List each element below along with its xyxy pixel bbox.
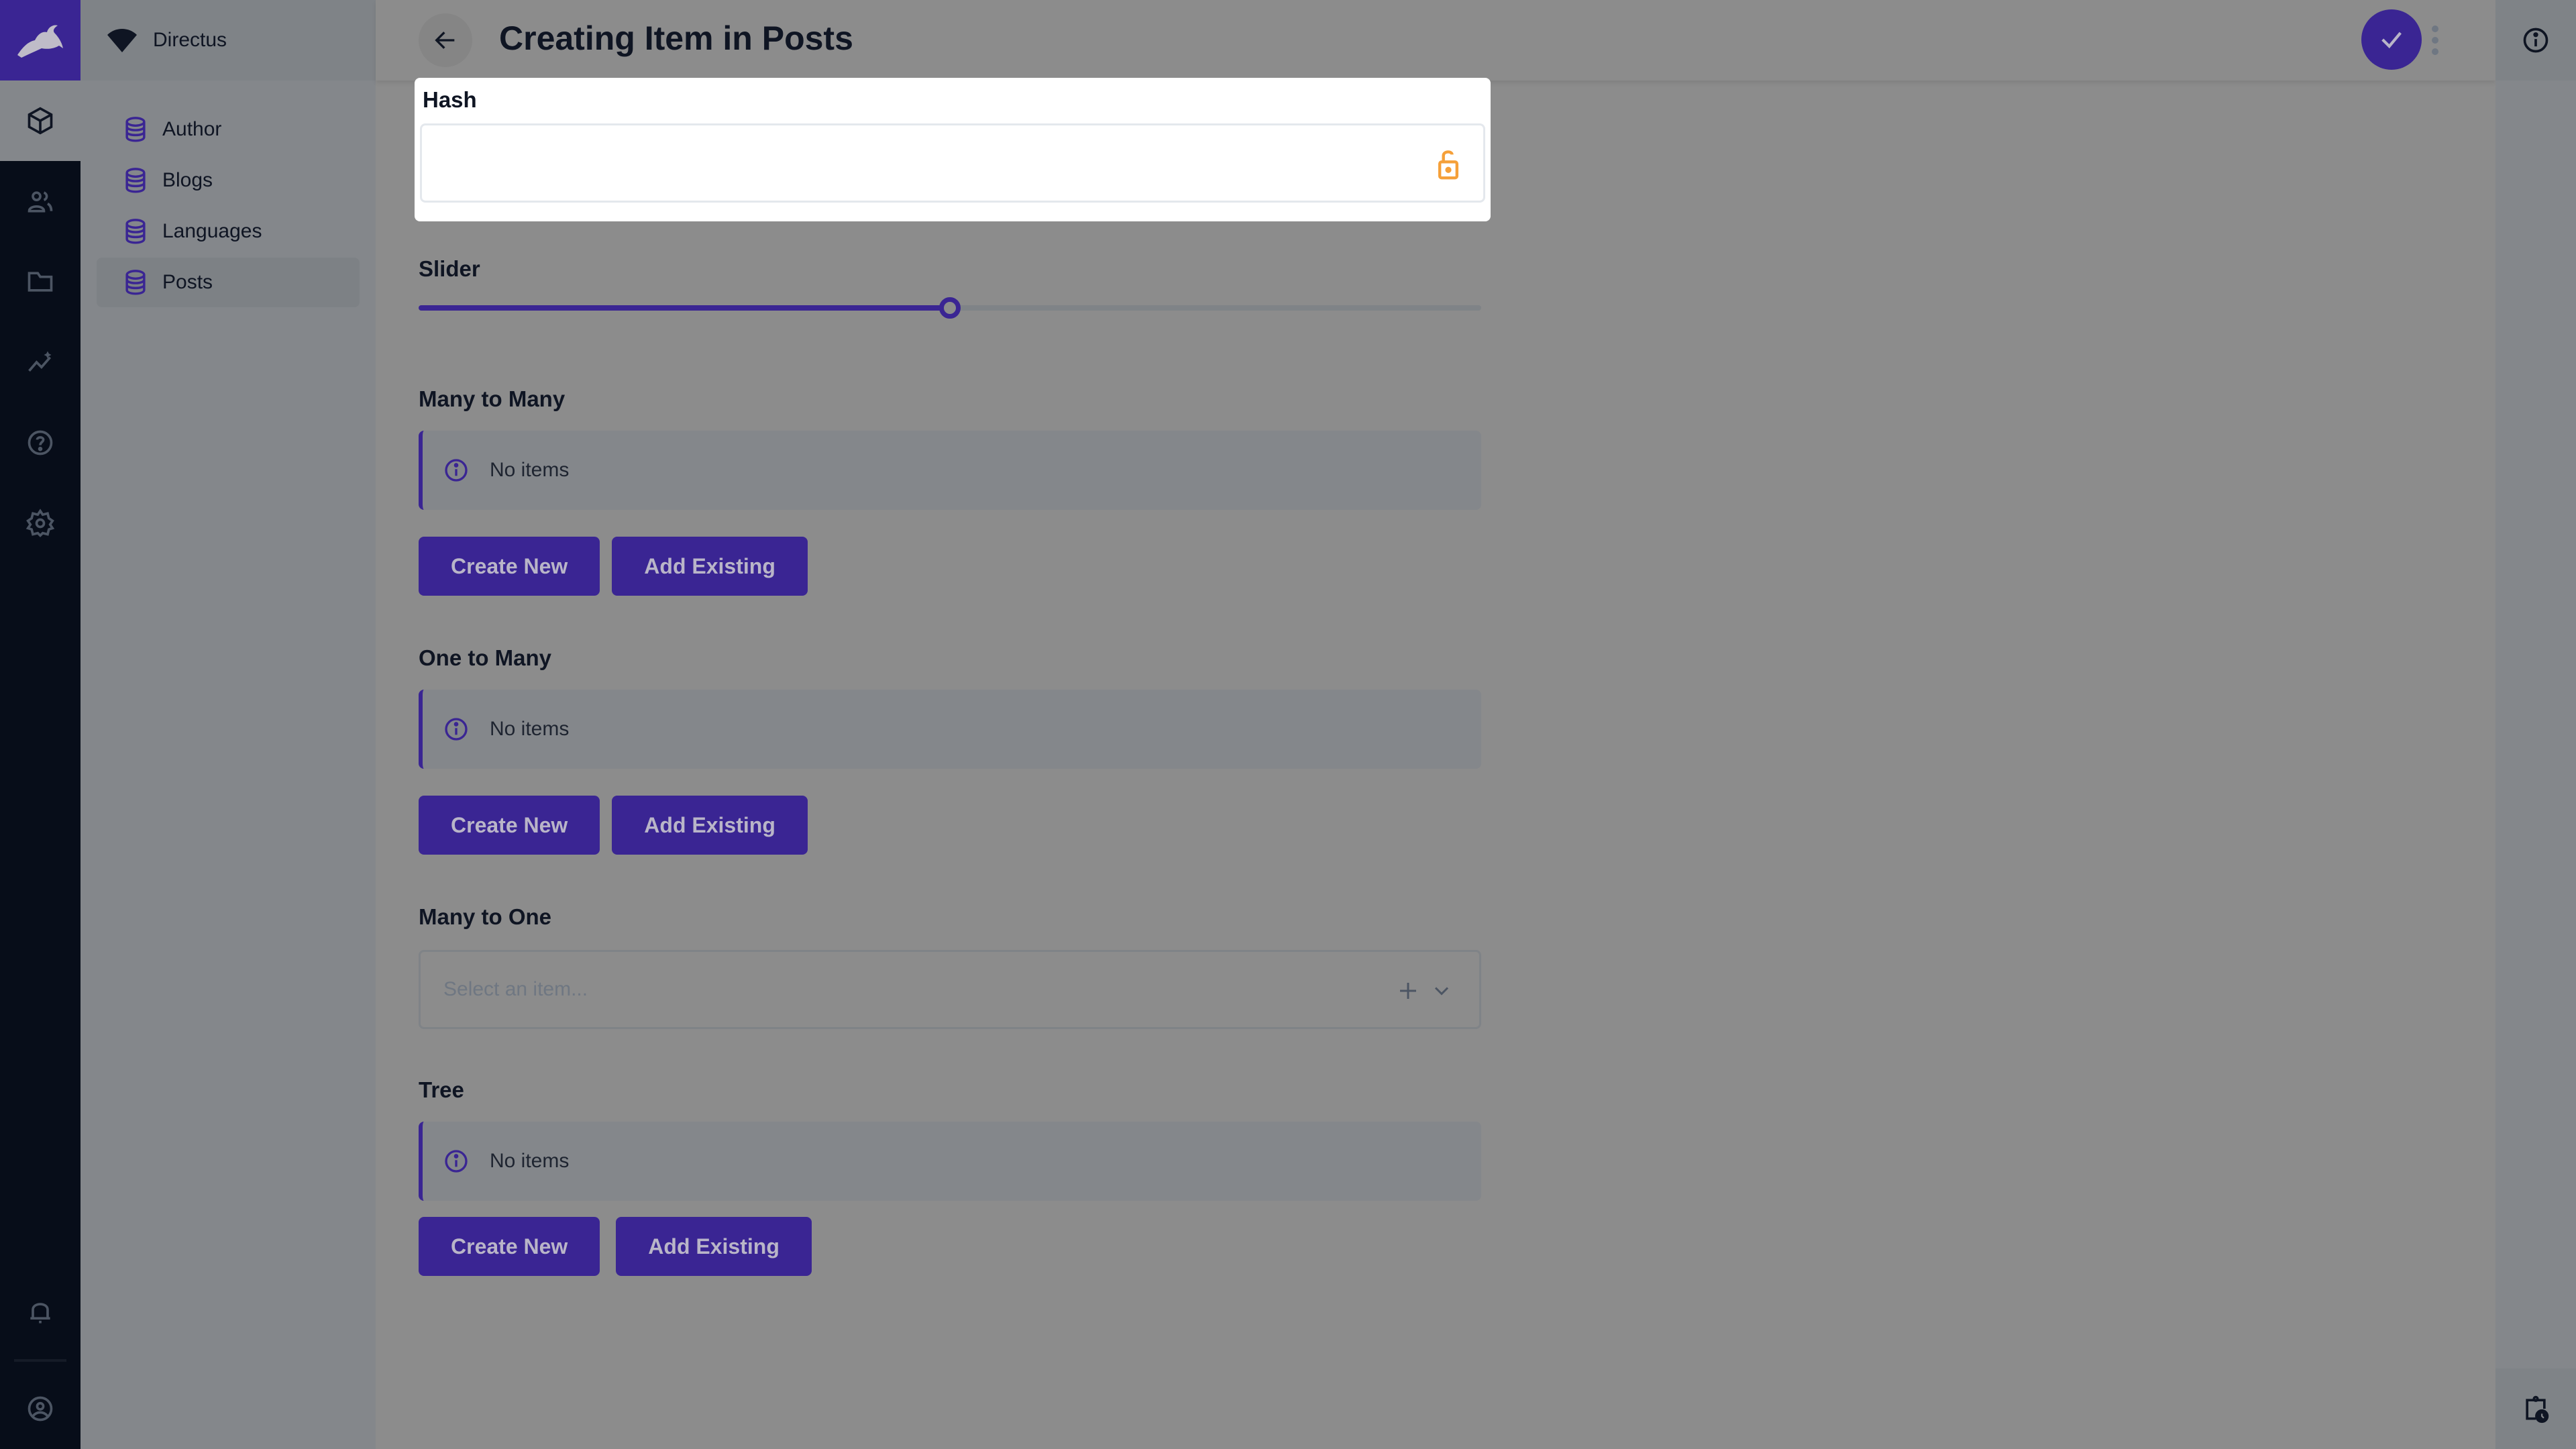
module-files[interactable] — [0, 241, 80, 322]
hash-input[interactable] — [420, 123, 1485, 203]
many-to-one-field: Many to One Select an item... — [419, 904, 1481, 1029]
more-vert-icon — [2432, 25, 2438, 32]
help-icon — [28, 430, 53, 455]
notice-text: No items — [490, 1150, 570, 1172]
database-icon — [125, 219, 146, 244]
notice-text: No items — [490, 459, 570, 481]
info-icon — [445, 459, 468, 482]
cube-icon — [28, 107, 53, 135]
slider-track[interactable] — [419, 297, 1481, 319]
bell-icon — [30, 1303, 50, 1324]
module-content[interactable] — [0, 80, 80, 161]
tree-label: Tree — [419, 1077, 464, 1102]
chevron-down-icon[interactable] — [1430, 979, 1454, 1003]
plus-icon[interactable] — [1396, 979, 1420, 1003]
database-icon — [125, 270, 146, 295]
gear-icon — [25, 508, 55, 537]
many-to-one-label: Many to One — [419, 904, 552, 929]
page-title: Creating Item in Posts — [499, 19, 853, 57]
nav-item-author[interactable]: Author — [97, 105, 360, 154]
hash-field: Hash — [415, 78, 1491, 221]
database-icon — [125, 117, 146, 142]
users-icon — [28, 191, 53, 213]
clipboard-clock-icon — [2526, 1395, 2549, 1424]
slider-label: Slider — [419, 256, 480, 281]
nav-item-label: Blogs — [162, 169, 213, 191]
many-to-many-notice: No items — [419, 431, 1481, 510]
database-icon — [125, 168, 146, 193]
insights-icon — [28, 351, 52, 372]
info-icon — [445, 1150, 468, 1173]
tree-field: Tree No items Create New Add Existing — [419, 1077, 1481, 1276]
nav-item-label: Posts — [162, 271, 213, 293]
hash-label: Hash — [423, 87, 477, 112]
user-menu-button[interactable] — [0, 1368, 80, 1449]
arrow-back-icon — [435, 32, 455, 49]
notifications-button[interactable] — [0, 1272, 80, 1352]
one-to-many-field: One to Many No items Create New Add Exis… — [419, 645, 1481, 855]
notice-text: No items — [490, 718, 570, 740]
info-icon — [445, 718, 468, 741]
info-button[interactable] — [2496, 0, 2576, 80]
navigation-panel: Directus Author Blogs Languages Posts — [80, 0, 376, 1449]
project-name: Directus — [153, 29, 227, 51]
collection-list: Author Blogs Languages Posts — [80, 80, 376, 307]
back-button[interactable] — [419, 13, 472, 67]
revisions-button[interactable] — [2496, 1368, 2576, 1449]
many-to-many-field: Many to Many No items Create New Add Exi… — [419, 386, 1481, 596]
project-header[interactable]: Directus — [80, 0, 376, 80]
slider-thumb[interactable] — [939, 297, 961, 319]
nav-item-languages[interactable]: Languages — [97, 207, 360, 256]
module-divider — [14, 1359, 66, 1362]
module-bar — [0, 0, 80, 1449]
folder-icon — [28, 272, 53, 292]
nav-item-blogs[interactable]: Blogs — [97, 156, 360, 205]
project-logo-icon — [107, 29, 137, 52]
many-to-many-label: Many to Many — [419, 386, 566, 411]
right-sidebar — [2496, 0, 2576, 1449]
info-icon — [2523, 28, 2548, 53]
create-new-button[interactable]: Create New — [419, 796, 600, 855]
directus-logo[interactable] — [0, 0, 80, 80]
module-help[interactable] — [0, 402, 80, 483]
add-existing-button[interactable]: Add Existing — [612, 796, 808, 855]
nav-item-posts[interactable]: Posts — [97, 258, 360, 307]
tree-notice: No items — [419, 1122, 1481, 1201]
account-circle-icon — [28, 1396, 53, 1421]
lock-open-icon[interactable] — [1434, 148, 1463, 180]
module-users[interactable] — [0, 161, 80, 241]
header-bar: Creating Item in Posts — [376, 0, 2496, 80]
nav-item-label: Author — [162, 118, 222, 140]
slider-fill — [419, 305, 950, 311]
add-existing-button[interactable]: Add Existing — [612, 537, 808, 596]
more-options-button[interactable] — [2428, 25, 2442, 55]
add-existing-button[interactable]: Add Existing — [616, 1217, 812, 1276]
one-to-many-label: One to Many — [419, 645, 552, 670]
module-settings[interactable] — [0, 483, 80, 564]
one-to-many-notice: No items — [419, 690, 1481, 769]
create-new-button[interactable]: Create New — [419, 537, 600, 596]
create-new-button[interactable]: Create New — [419, 1217, 600, 1276]
rabbit-logo-icon — [17, 25, 63, 58]
save-button[interactable] — [2361, 9, 2422, 70]
select-placeholder: Select an item... — [443, 978, 588, 1000]
check-icon — [2381, 32, 2402, 49]
nav-item-label: Languages — [162, 220, 262, 242]
many-to-one-select[interactable]: Select an item... — [419, 950, 1481, 1029]
module-insights[interactable] — [0, 322, 80, 402]
